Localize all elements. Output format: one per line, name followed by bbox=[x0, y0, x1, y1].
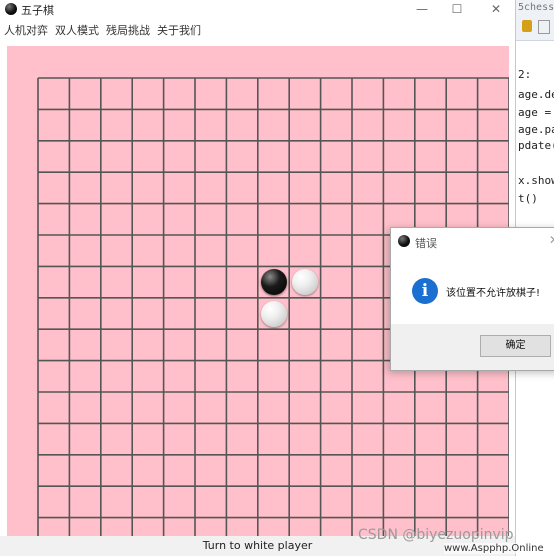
dialog-footer: 确定 bbox=[391, 324, 554, 370]
menu-item-pve[interactable]: 人机对弈 bbox=[4, 22, 48, 38]
ok-button[interactable]: 确定 bbox=[480, 335, 551, 357]
dialog-message: 该位置不允许放棋子! bbox=[446, 288, 541, 299]
menu-item-two-player[interactable]: 双人模式 bbox=[55, 22, 99, 38]
site-watermark: www.Aspphp.Online bbox=[444, 543, 544, 554]
code-line: pdate( bbox=[518, 139, 554, 152]
menu-bar: 人机对弈 双人模式 残局挑战 关于我们 bbox=[0, 20, 515, 38]
editor-toolbar: 5chess] bbox=[516, 0, 554, 41]
maximize-button[interactable]: ☐ bbox=[447, 1, 467, 17]
minimize-button[interactable]: — bbox=[412, 1, 432, 17]
editor-tab-label: 5chess] bbox=[518, 2, 554, 13]
window-title: 五子棋 bbox=[21, 4, 54, 17]
title-bar[interactable]: 五子棋 — ☐ ✕ bbox=[0, 0, 515, 18]
close-button[interactable]: ✕ bbox=[486, 1, 506, 17]
white-stone bbox=[260, 300, 287, 327]
code-line: age = l bbox=[518, 106, 554, 119]
dialog-title: 错误 bbox=[415, 237, 437, 250]
error-dialog: 错误 ✕ i 该位置不允许放棋子! 确定 bbox=[390, 227, 554, 371]
dialog-title-bar[interactable]: 错误 ✕ bbox=[391, 228, 554, 254]
code-line: age.pac bbox=[518, 123, 554, 136]
black-stone bbox=[260, 269, 287, 296]
folder-icon bbox=[522, 20, 532, 32]
menu-item-endgame[interactable]: 残局挑战 bbox=[106, 22, 150, 38]
dialog-close-button[interactable]: ✕ bbox=[549, 233, 554, 247]
code-line: 2: bbox=[518, 68, 532, 81]
file-icon bbox=[538, 20, 550, 34]
watermark: CSDN @biyezuopinvip bbox=[358, 527, 514, 543]
code-line: t() bbox=[518, 192, 538, 205]
app-icon bbox=[5, 3, 17, 15]
app-icon bbox=[398, 235, 410, 247]
white-stone bbox=[291, 269, 318, 296]
code-line: age.des bbox=[518, 88, 554, 101]
code-line: x.show bbox=[518, 174, 554, 187]
info-icon: i bbox=[412, 278, 438, 304]
menu-item-about[interactable]: 关于我们 bbox=[157, 22, 201, 38]
